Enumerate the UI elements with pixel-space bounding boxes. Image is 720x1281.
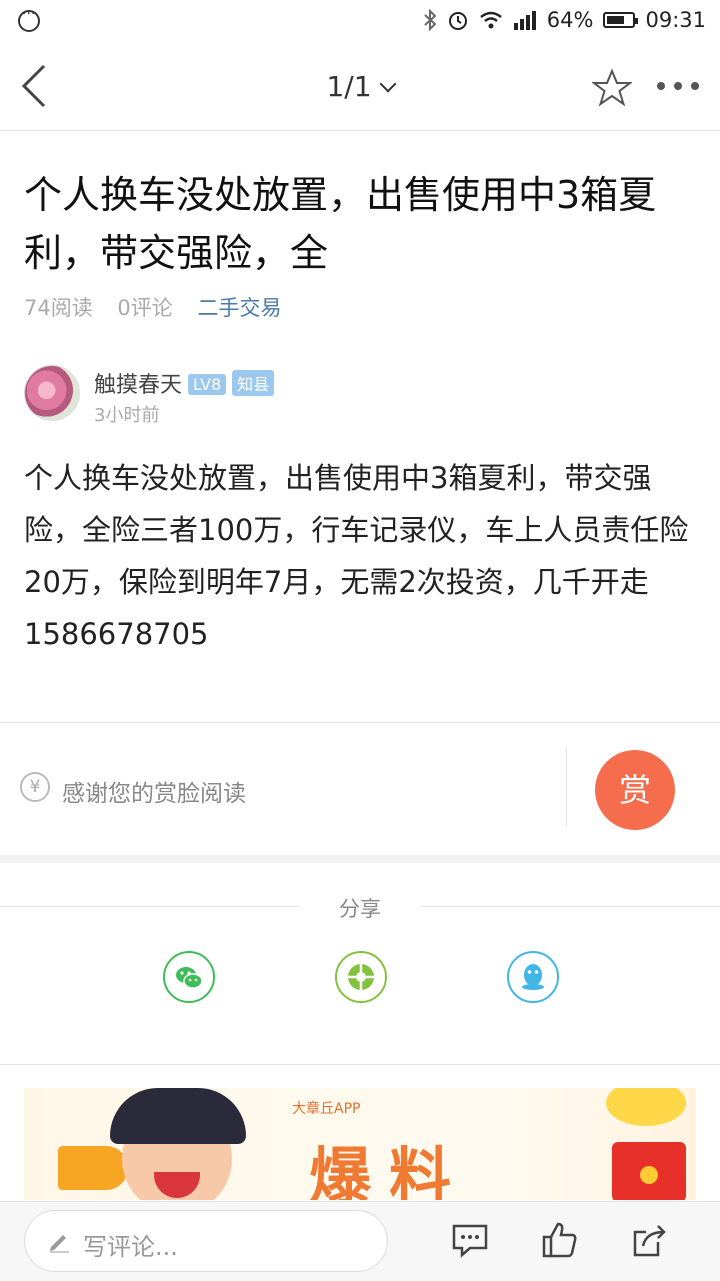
divider	[0, 1064, 720, 1065]
wifi-icon	[480, 11, 502, 29]
banner-cartoon-hair	[110, 1088, 246, 1144]
battery-icon	[603, 12, 639, 28]
share-label: 分享	[339, 897, 381, 921]
avatar[interactable]	[24, 365, 80, 421]
level-badge: LV8	[188, 374, 227, 395]
author-info: 触摸春天 LV8 知县 3小时前	[24, 365, 696, 426]
qq-icon	[522, 964, 544, 990]
moments-icon	[348, 964, 374, 990]
reward-button[interactable]: 赏	[595, 750, 675, 830]
clock: 09:31	[645, 8, 706, 32]
article-meta: 74阅读 0评论 二手交易	[24, 292, 299, 322]
signal-icon	[513, 11, 536, 30]
category-link[interactable]: 二手交易	[197, 296, 281, 320]
reward-text: 感谢您的赏脸阅读	[62, 781, 246, 807]
divider	[420, 906, 720, 907]
alarm-icon	[448, 12, 467, 30]
notification-icon	[18, 6, 40, 32]
divider	[566, 748, 567, 826]
status-bar: 64% 09:31	[0, 0, 720, 44]
promo-banner[interactable]: 大章丘APP 爆料	[24, 1088, 696, 1200]
reward-section: ¥ 感谢您的赏脸阅读 赏	[0, 722, 720, 855]
article-title: 个人换车没处放置，出售使用中3箱夏利，带交强险，全	[24, 173, 657, 275]
read-count: 74阅读	[24, 296, 93, 320]
comment-icon[interactable]	[450, 1220, 490, 1260]
section-separator	[0, 855, 720, 863]
red-envelope-icon	[612, 1142, 686, 1200]
comment-placeholder: 写评论...	[83, 1233, 178, 1261]
favorite-star-icon[interactable]	[592, 68, 632, 108]
nav-bar: 1/1	[0, 44, 720, 131]
share-moments-button[interactable]	[335, 951, 387, 1003]
more-options-icon[interactable]	[654, 74, 702, 98]
author-name-row: 触摸春天 LV8 知县	[94, 367, 275, 399]
share-icon[interactable]	[630, 1220, 670, 1260]
banner-app-name: 大章丘APP	[292, 1101, 361, 1117]
bottom-bar: 写评论...	[0, 1201, 720, 1281]
post-time: 3小时前	[94, 405, 160, 426]
coin-icon	[606, 1088, 686, 1126]
rank-badge: 知县	[232, 370, 275, 396]
page-indicator: 1/1	[326, 70, 372, 103]
like-icon[interactable]	[540, 1220, 580, 1260]
bluetooth-icon	[424, 9, 437, 31]
article-body: 个人换车没处放置，出售使用中3箱夏利，带交强险，全险三者100万，行车记录仪，车…	[24, 461, 689, 651]
wechat-icon	[176, 967, 203, 989]
share-qq-button[interactable]	[507, 951, 559, 1003]
comment-input[interactable]: 写评论...	[24, 1210, 388, 1272]
megaphone-icon	[58, 1146, 128, 1190]
pen-icon	[50, 1235, 69, 1253]
share-wechat-button[interactable]	[163, 951, 215, 1003]
battery-percent: 64%	[546, 8, 594, 32]
banner-headline: 爆料	[309, 1140, 470, 1200]
status-bar-right: 64% 09:31	[423, 8, 706, 32]
chevron-down-icon	[379, 75, 397, 93]
author-name[interactable]: 触摸春天	[94, 373, 182, 398]
comment-count: 0评论	[117, 296, 173, 320]
yen-icon: ¥	[20, 772, 50, 802]
